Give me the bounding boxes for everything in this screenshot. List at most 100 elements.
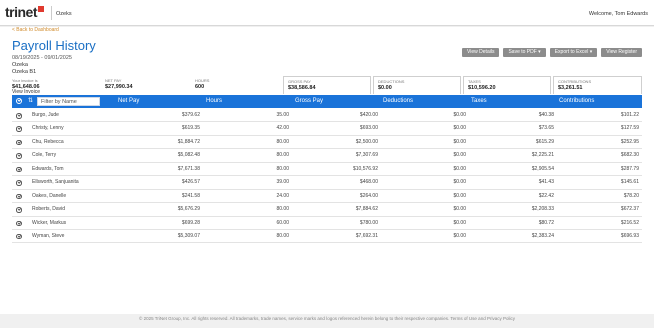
deductions-cell: $0.00 xyxy=(453,165,466,172)
back-to-dashboard-link[interactable]: < Back to Dashboard xyxy=(12,27,59,33)
employee-name: Burgo, Jude xyxy=(32,112,59,118)
action-buttons: View Details Save to PDF ▾ Export to Exc… xyxy=(462,48,642,57)
hours-cell: 42.00 xyxy=(276,125,289,132)
contributions-label: CONTRIBUTIONS xyxy=(558,79,592,84)
table-row[interactable]: Chu, Rebecca $1,884.72 80.00 $2,500.00 $… xyxy=(12,136,642,150)
taxes-cell: $22.42 xyxy=(538,192,554,199)
select-all-checkbox[interactable] xyxy=(16,98,22,105)
row-check-icon[interactable] xyxy=(16,139,22,146)
net-pay-cell: $1,884.72 xyxy=(177,138,200,145)
net-pay-cell: $5,309.07 xyxy=(177,232,200,239)
contributions-value: $3,261.51 xyxy=(558,85,583,91)
deductions-cell: $0.00 xyxy=(453,232,466,239)
row-check-icon[interactable] xyxy=(16,113,22,119)
gross-pay-cell: $693.00 xyxy=(359,125,378,132)
table-row[interactable]: Wicker, Markus $699.28 60.00 $780.00 $0.… xyxy=(12,217,642,230)
filter-by-name-input[interactable]: Filter by Name xyxy=(37,97,100,106)
gross-pay-cell: $264.00 xyxy=(359,192,378,199)
deductions-cell: $0.00 xyxy=(453,179,466,186)
contributions-cell: $78.20 xyxy=(623,192,639,199)
net-pay-value: $27,990.34 xyxy=(105,84,133,90)
employee-name: Ellsworth, Sanjuanita xyxy=(32,179,79,186)
header-hours[interactable]: Hours xyxy=(206,95,222,108)
table-row[interactable]: Wyman, Steve $5,309.07 80.00 $7,692.31 $… xyxy=(12,230,642,244)
deductions-cell: $0.00 xyxy=(453,138,466,145)
taxes-cell: $73.65 xyxy=(538,125,554,132)
gross-pay-cell: $2,500.00 xyxy=(355,138,378,145)
table-row[interactable]: Christy, Lenny $619.35 42.00 $693.00 $0.… xyxy=(12,122,642,136)
main-panel: < Back to Dashboard Payroll History 08/1… xyxy=(0,27,654,314)
taxes-cell: $2,208.33 xyxy=(531,206,554,213)
employee-name: Wicker, Markus xyxy=(32,219,67,226)
row-check-icon[interactable] xyxy=(16,180,22,186)
table-row[interactable]: Burgo, Jude $379.62 35.00 $420.00 $0.00 … xyxy=(12,109,642,123)
summary-net-pay: NET PAY $27,990.34 xyxy=(105,76,193,94)
header-deductions[interactable]: Deductions xyxy=(383,95,413,108)
row-check-icon[interactable] xyxy=(16,153,22,159)
employee-name: Wyman, Steve xyxy=(32,232,65,239)
gross-pay-cell: $420.00 xyxy=(359,112,378,118)
summary-deductions[interactable]: DEDUCTIONS $0.00 xyxy=(373,76,461,94)
deductions-cell: $0.00 xyxy=(453,192,466,199)
summary-contributions[interactable]: CONTRIBUTIONS $3,261.51 xyxy=(553,76,642,94)
gross-pay-cell: $7,692.31 xyxy=(355,232,378,239)
hours-cell: 39.00 xyxy=(276,179,289,186)
top-bar: trinet Ozeks Welcome, Tom Edwards xyxy=(0,0,654,26)
employee-name: Edwards, Tom xyxy=(32,165,64,172)
deductions-cell: $0.00 xyxy=(453,125,466,132)
gross-pay-value: $38,586.84 xyxy=(288,85,316,91)
taxes-cell: $41.43 xyxy=(538,179,554,186)
table-row[interactable]: Edwards, Tom $7,671.38 80.00 $10,576.92 … xyxy=(12,163,642,177)
contributions-cell: $101.22 xyxy=(620,112,639,118)
welcome-user[interactable]: Welcome, Tom Edwards xyxy=(589,11,648,17)
deductions-cell: $0.00 xyxy=(453,152,466,159)
table-row[interactable]: Ellsworth, Sanjuanita $426.57 39.00 $468… xyxy=(12,176,642,190)
taxes-cell: $2,225.21 xyxy=(531,152,554,159)
employee-name: Christy, Lenny xyxy=(32,125,64,132)
row-check-icon[interactable] xyxy=(16,220,22,226)
table-row[interactable]: Roberts, David $5,676.29 80.00 $7,884.62… xyxy=(12,203,642,217)
table-row[interactable]: Oakes, Danelle $241.58 24.00 $264.00 $0.… xyxy=(12,190,642,204)
payroll-summary: Your invoice is $41,648.06 NET PAY $27,9… xyxy=(12,76,642,94)
hours-cell: 60.00 xyxy=(276,219,289,226)
company-name[interactable]: Ozeks xyxy=(56,11,72,17)
gross-pay-cell: $7,884.62 xyxy=(355,206,378,213)
hours-cell: 35.00 xyxy=(276,112,289,118)
taxes-cell: $80.72 xyxy=(538,219,554,226)
employee-name: Cole, Terry xyxy=(32,152,57,159)
taxes-cell: $40.38 xyxy=(538,112,554,118)
net-pay-cell: $426.57 xyxy=(181,179,200,186)
row-check-icon[interactable] xyxy=(16,166,22,173)
employee-name: Oakes, Danelle xyxy=(32,192,67,199)
row-check-icon[interactable] xyxy=(16,193,22,200)
export-excel-button[interactable]: Export to Excel ▾ xyxy=(549,48,598,57)
save-pdf-button[interactable]: Save to PDF ▾ xyxy=(503,48,546,57)
taxes-label: TAXES xyxy=(468,79,481,84)
table-row[interactable]: Cole, Terry $5,082.48 80.00 $7,307.69 $0… xyxy=(12,149,642,163)
check-circle-icon xyxy=(16,98,22,104)
view-details-button[interactable]: View Details xyxy=(462,48,500,57)
row-check-icon[interactable] xyxy=(16,126,22,132)
row-check-icon[interactable] xyxy=(16,207,22,213)
net-pay-cell: $5,676.29 xyxy=(177,206,200,213)
net-pay-cell: $379.62 xyxy=(181,112,200,118)
summary-taxes[interactable]: TAXES $10,596.20 xyxy=(463,76,551,94)
row-check-icon[interactable] xyxy=(16,233,22,240)
taxes-cell: $615.29 xyxy=(535,138,554,145)
hours-cell: 80.00 xyxy=(276,206,289,213)
hours-value: 600 xyxy=(195,84,205,90)
header-gross-pay[interactable]: Gross Pay xyxy=(295,95,323,108)
deductions-cell: $0.00 xyxy=(453,206,466,213)
view-register-button[interactable]: View Register xyxy=(601,48,642,57)
page-title: Payroll History xyxy=(12,38,96,53)
net-pay-cell: $619.35 xyxy=(181,125,200,132)
header-taxes[interactable]: Taxes xyxy=(471,95,487,108)
header-net-pay[interactable]: Net Pay xyxy=(118,95,139,108)
footer-text: © 2025 TriNet Group, Inc. All rights res… xyxy=(139,316,515,321)
sort-icon[interactable]: ⇅ xyxy=(28,98,33,104)
contributions-cell: $682.30 xyxy=(620,152,639,159)
header-contributions[interactable]: Contributions xyxy=(559,95,594,108)
trinet-logo[interactable]: trinet xyxy=(5,4,44,20)
summary-gross-pay[interactable]: GROSS PAY $38,586.84 xyxy=(283,76,371,94)
gross-pay-cell: $780.00 xyxy=(359,219,378,226)
